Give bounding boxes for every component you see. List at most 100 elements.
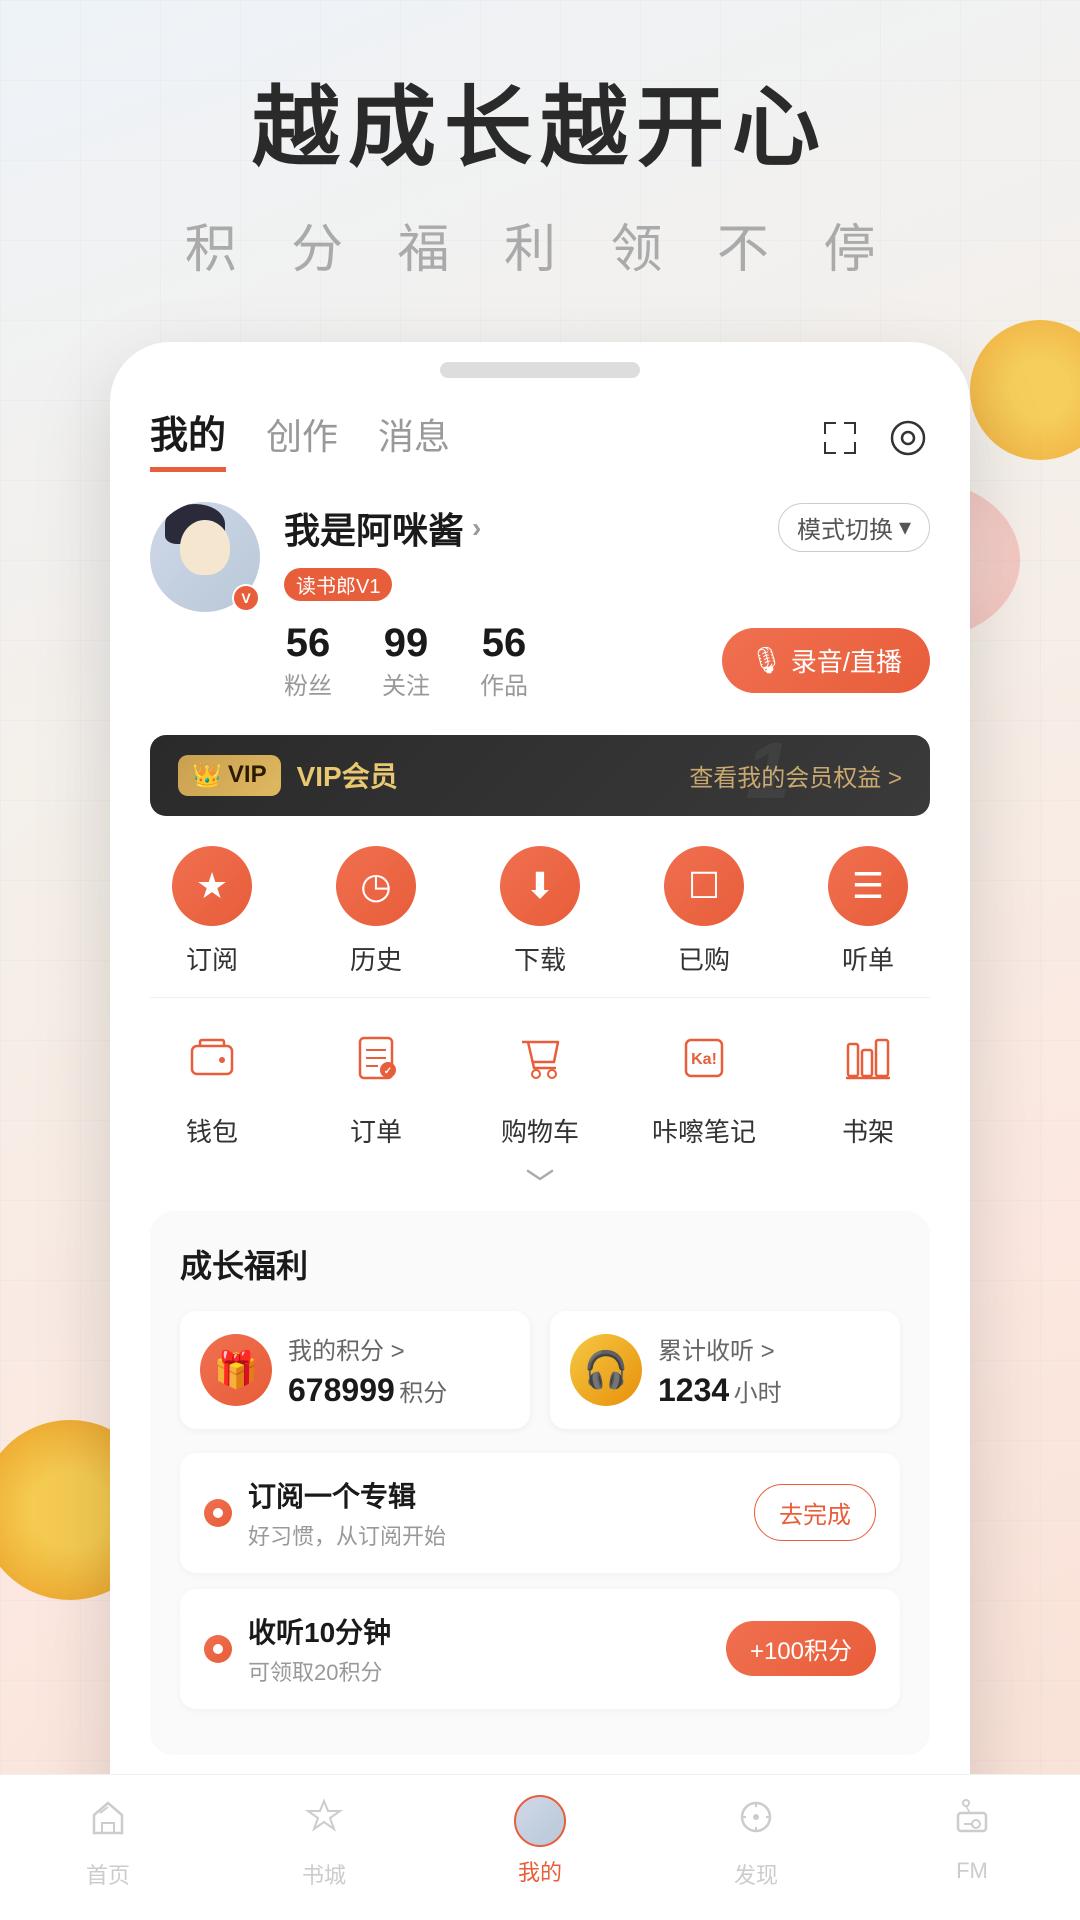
nav-tabs: 我的 创作 消息 xyxy=(110,388,970,482)
mode-switch-label: 模式切换 xyxy=(797,510,893,545)
points-info: 我的积分 > 678999 积分 xyxy=(288,1331,510,1409)
task-2-button[interactable]: +100积分 xyxy=(726,1621,876,1676)
stat-followers[interactable]: 56 粉丝 xyxy=(284,621,332,701)
listening-info: 累计收听 > 1234 小时 xyxy=(658,1331,880,1409)
listening-card-label: 累计收听 > xyxy=(658,1331,880,1366)
task-2-info: 收听10分钟 可领取20积分 xyxy=(248,1611,726,1687)
nav-home-label: 首页 xyxy=(86,1858,130,1890)
nav-bookstore-label: 书城 xyxy=(302,1858,346,1890)
settings-icon[interactable] xyxy=(886,416,930,460)
nav-mine-label: 我的 xyxy=(518,1855,562,1887)
listening-label-text: 累计收听 > xyxy=(658,1331,775,1366)
icon-playlist[interactable]: ☰ 听单 xyxy=(808,846,928,977)
nav-home[interactable]: 首页 xyxy=(0,1795,216,1890)
tab-create[interactable]: 创作 xyxy=(266,408,338,468)
bookstore-icon xyxy=(302,1795,346,1850)
profile-name[interactable]: 我是阿咪酱 › xyxy=(284,502,481,554)
icon-purchased[interactable]: ☐ 已购 xyxy=(644,846,764,977)
listening-card[interactable]: 🎧 累计收听 > 1234 小时 xyxy=(550,1311,900,1429)
hero-subtitle: 积 分 福 利 领 不 停 xyxy=(40,207,1040,282)
points-value: 678999 积分 xyxy=(288,1372,510,1409)
icon-cart[interactable]: 购物车 xyxy=(480,1018,600,1149)
profile-name-arrow-icon: › xyxy=(472,512,481,544)
task-listen: 收听10分钟 可领取20积分 +100积分 xyxy=(180,1589,900,1709)
hero-title: 越成长越开心 xyxy=(40,80,1040,177)
avatar-figure xyxy=(170,512,240,602)
icon-subscribe[interactable]: ★ 订阅 xyxy=(152,846,272,977)
fm-icon xyxy=(950,1795,994,1850)
task-2-name: 收听10分钟 xyxy=(248,1611,726,1651)
reader-badge: 读书郎V1 xyxy=(284,568,392,601)
followers-label: 粉丝 xyxy=(284,673,332,700)
record-btn-label: 录音/直播 xyxy=(791,642,902,679)
avatar-wrap: V xyxy=(150,502,260,612)
listening-value: 1234 小时 xyxy=(658,1372,880,1409)
listening-unit: 小时 xyxy=(734,1380,782,1407)
icon-notes[interactable]: Ka! 咔嚓笔记 xyxy=(644,1018,764,1149)
download-icon-circle: ⬇ xyxy=(500,846,580,926)
record-live-button[interactable]: 🎙 录音/直播 xyxy=(722,628,930,693)
task-2-indicator xyxy=(204,1635,232,1663)
profile-section: V 我是阿咪酱 › 模式切换 ▾ 读书郎V1 56 xyxy=(110,482,970,725)
works-count: 56 xyxy=(480,621,528,666)
profile-info: 我是阿咪酱 › 模式切换 ▾ 读书郎V1 56 粉丝 99 xyxy=(284,502,930,701)
subscribe-label: 订阅 xyxy=(186,940,238,977)
nav-fm-label: FM xyxy=(956,1858,988,1884)
icon-history[interactable]: ◷ 历史 xyxy=(316,846,436,977)
icon-orders[interactable]: ✓ 订单 xyxy=(316,1018,436,1149)
nav-mine[interactable]: 我的 xyxy=(432,1795,648,1890)
scan-icon[interactable] xyxy=(818,416,862,460)
tab-mine[interactable]: 我的 xyxy=(150,404,226,472)
nav-discover[interactable]: 发现 xyxy=(648,1795,864,1890)
nav-icon-group xyxy=(818,416,930,460)
task-1-button[interactable]: 去完成 xyxy=(754,1484,876,1541)
stat-works[interactable]: 56 作品 xyxy=(480,621,528,701)
purchased-label: 已购 xyxy=(678,940,730,977)
mic-icon: 🎙 xyxy=(750,645,783,676)
task-1-indicator xyxy=(204,1499,232,1527)
vip-benefits-link[interactable]: 查看我的会员权益 > xyxy=(689,758,902,793)
points-unit: 积分 xyxy=(399,1380,447,1407)
download-label: 下载 xyxy=(514,940,566,977)
cart-icon xyxy=(500,1018,580,1098)
vip-badge: 👑 VIP xyxy=(178,755,281,796)
history-icon-circle: ◷ xyxy=(336,846,416,926)
following-label: 关注 xyxy=(382,673,430,700)
profile-name-text: 我是阿咪酱 xyxy=(284,502,464,554)
purchased-icon-circle: ☐ xyxy=(664,846,744,926)
vip-bar[interactable]: 👑 VIP VIP会员 1 查看我的会员权益 > xyxy=(150,735,930,816)
chevron-down-icon: ▾ xyxy=(899,513,911,542)
points-label-text: 我的积分 > xyxy=(288,1331,405,1366)
expand-button[interactable] xyxy=(110,1159,970,1201)
task-2-desc: 可领取20积分 xyxy=(248,1655,726,1687)
icon-download[interactable]: ⬇ 下载 xyxy=(480,846,600,977)
mode-switch-button[interactable]: 模式切换 ▾ xyxy=(778,503,930,552)
cart-label: 购物车 xyxy=(501,1112,579,1149)
stat-following[interactable]: 99 关注 xyxy=(382,621,430,701)
nav-bookstore[interactable]: 书城 xyxy=(216,1795,432,1890)
icon-bookshelf[interactable]: 书架 xyxy=(808,1018,928,1149)
task-1-info: 订阅一个专辑 好习惯，从订阅开始 xyxy=(248,1475,754,1551)
tab-message[interactable]: 消息 xyxy=(378,408,450,468)
tool-icon-grid: 钱包 ✓ 订单 xyxy=(110,1008,970,1159)
task-subscribe: 订阅一个专辑 好习惯，从订阅开始 去完成 xyxy=(180,1453,900,1573)
wallet-icon xyxy=(172,1018,252,1098)
stats-row: 56 粉丝 99 关注 56 作品 🎙 录音/直播 xyxy=(284,621,930,701)
task-1-name: 订阅一个专辑 xyxy=(248,1475,754,1515)
listening-num: 1234 xyxy=(658,1372,729,1408)
followers-count: 56 xyxy=(284,621,332,666)
playlist-icon-circle: ☰ xyxy=(828,846,908,926)
hero-section: 越成长越开心 积 分 福 利 领 不 停 xyxy=(0,0,1080,322)
vip-deco: 1 xyxy=(746,735,791,816)
vip-label: VIP会员 xyxy=(297,755,398,795)
svg-text:Ka!: Ka! xyxy=(691,1051,717,1068)
phone-top-bar xyxy=(440,362,640,378)
nav-fm[interactable]: FM xyxy=(864,1795,1080,1890)
points-num: 678999 xyxy=(288,1372,395,1408)
icon-wallet[interactable]: 钱包 xyxy=(152,1018,272,1149)
bookshelf-label: 书架 xyxy=(842,1112,894,1149)
vip-badge-label: VIP xyxy=(228,761,267,789)
points-card[interactable]: 🎁 我的积分 > 678999 积分 xyxy=(180,1311,530,1429)
following-count: 99 xyxy=(382,621,430,666)
bottom-nav: 首页 书城 我的 发现 xyxy=(0,1774,1080,1920)
